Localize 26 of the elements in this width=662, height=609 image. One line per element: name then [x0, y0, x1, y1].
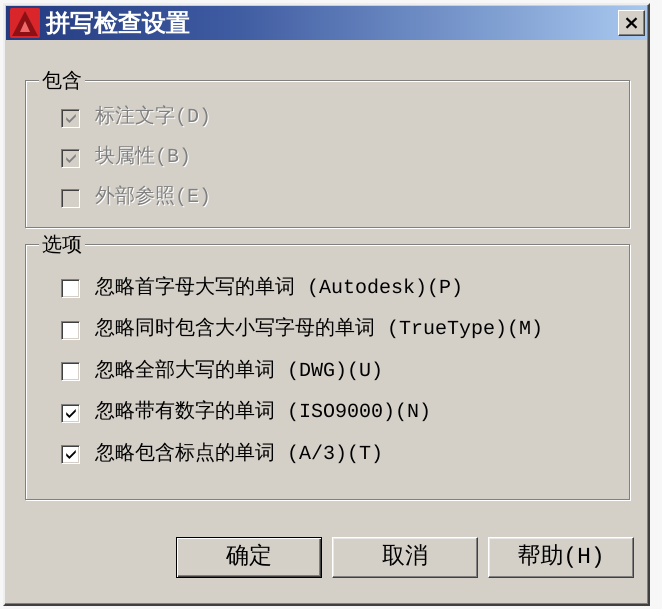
checkbox[interactable] — [61, 362, 80, 382]
dialog-button[interactable]: 帮助(H) — [488, 536, 634, 578]
app-logo-icon — [10, 8, 40, 38]
check-mark-icon — [66, 450, 76, 460]
window-title: 拼写检查设置 — [46, 8, 190, 38]
checkbox-label: 块属性(B) — [95, 146, 192, 170]
check-mark-icon — [66, 154, 76, 162]
dialog-button[interactable]: 确定 — [176, 536, 322, 578]
checkbox-label: 忽略包含标点的单词 (A/3)(T) — [95, 442, 384, 467]
checkbox-label: 标注文字(D) — [95, 106, 212, 130]
checkbox-label: 忽略全部大写的单词 (DWG)(U) — [95, 360, 384, 384]
checkbox[interactable] — [61, 445, 80, 464]
close-icon — [625, 17, 638, 29]
check-mark-icon — [66, 408, 76, 418]
group-title: 包含 — [39, 68, 85, 92]
checkbox-label: 忽略首字母大写的单词 (Autodesk)(P) — [95, 276, 464, 301]
check-mark-icon — [66, 114, 76, 122]
checkbox-label: 忽略同时包含大小写字母的单词 (TrueType)(M) — [95, 318, 544, 342]
checkbox-label: 外部参照(E) — [95, 186, 212, 210]
checkbox[interactable] — [61, 404, 80, 423]
checkbox[interactable] — [61, 320, 80, 340]
checkbox[interactable] — [61, 279, 80, 298]
dialog-button[interactable]: 取消 — [332, 536, 478, 578]
checkbox-label: 忽略带有数字的单词 (ISO9000)(N) — [95, 401, 432, 426]
group-title: 选项 — [39, 232, 85, 256]
close-button[interactable] — [618, 10, 645, 36]
